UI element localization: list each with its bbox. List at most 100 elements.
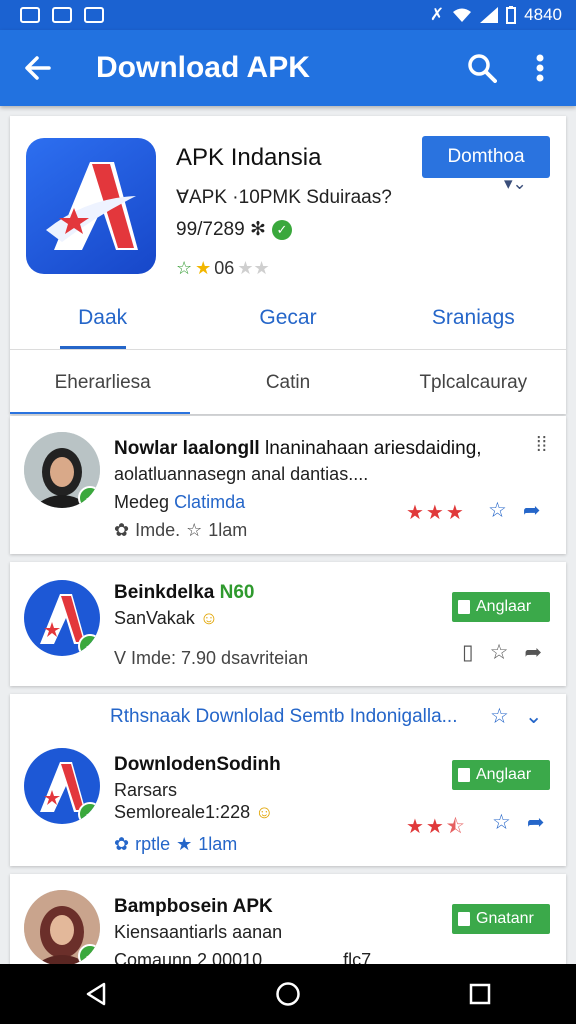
- tab-gecar[interactable]: Gecar: [195, 286, 380, 349]
- share-icon[interactable]: ➦: [524, 640, 542, 665]
- subtab-bar: Eherarliesa Catin Tplcalcauray: [10, 352, 566, 414]
- item-actions: ☆ ➦: [492, 810, 544, 835]
- notification-icon: [52, 7, 72, 23]
- notification-icon: [84, 7, 104, 23]
- avatar: ✓: [24, 748, 100, 824]
- star-outline-icon[interactable]: ☆: [492, 810, 511, 835]
- battery-icon: [506, 6, 517, 24]
- smiley-icon: ☺: [255, 802, 274, 822]
- avatar: ✓: [24, 890, 100, 966]
- list-item[interactable]: ✓ Bampbosein APK Kiensaantiarls aanan Co…: [10, 874, 566, 970]
- smiley-icon: ☺: [199, 608, 219, 628]
- author-name: Medeg: [114, 492, 170, 512]
- install-button-label: Anglaar: [476, 598, 532, 615]
- install-button-label: Anglaar: [476, 766, 532, 783]
- item-actions: ▯ ☆ ➦: [462, 640, 542, 665]
- avatar: ✓: [24, 432, 100, 508]
- item-description-text: SanVakak: [114, 608, 195, 628]
- subtab-eherarliesa[interactable]: Eherarliesa: [10, 352, 195, 414]
- item-detail-text: Semloreale1:228: [114, 802, 251, 822]
- meta-text: rptle: [135, 834, 171, 854]
- item-description: Kiensaantiarls aanan: [114, 922, 283, 942]
- item-title: Beinkdelka N60: [114, 582, 254, 604]
- install-button-label: Gnatanr: [476, 910, 534, 927]
- app-name: APK Indansia: [176, 144, 322, 171]
- settings-icon: ✿: [114, 834, 130, 854]
- item-detail: Semloreale1:228 ☺: [114, 802, 274, 823]
- meta-time: 1lam: [198, 834, 238, 854]
- app-bar: Download APK: [0, 30, 576, 106]
- subtab-tplcalcauray[interactable]: Tplcalcauray: [381, 352, 566, 414]
- app-rating: ☆ ★ 06 ★★: [176, 258, 270, 279]
- list-item[interactable]: ✓ Nowlar laalongll lnaninahaan ariesdaid…: [10, 416, 566, 554]
- list-item[interactable]: Rthsnaak Downlolad Semtb Indonigalla... …: [10, 694, 566, 866]
- search-button[interactable]: [460, 46, 504, 90]
- subtab-catin[interactable]: Catin: [195, 352, 380, 414]
- square-recents-icon: [469, 983, 491, 1005]
- star-icon: ★: [195, 258, 212, 278]
- rating-value: 06: [214, 258, 235, 278]
- tab-daak[interactable]: Daak: [10, 286, 195, 349]
- settings-icon: ✿: [114, 520, 130, 540]
- app-header-card: APK Indansia ⱯAPK ·10PMK Sduiraas? 99/72…: [10, 116, 566, 414]
- nav-back-button[interactable]: [66, 974, 126, 1014]
- item-description: SanVakak ☺: [114, 608, 218, 629]
- search-icon: [468, 54, 497, 83]
- star-outline-icon: ☆: [176, 258, 193, 278]
- share-icon[interactable]: ➦: [523, 498, 541, 523]
- install-button[interactable]: Anglaar: [452, 592, 550, 622]
- play-icon: [458, 600, 470, 614]
- triangle-back-icon: [86, 982, 106, 1006]
- nav-recents-button[interactable]: [450, 974, 510, 1014]
- item-meta: V Imde: 7.90 dsavriteian: [114, 648, 309, 668]
- rating-stars: ★★★: [406, 502, 466, 524]
- item-description: Rarsars: [114, 780, 178, 800]
- star-outline-icon[interactable]: ☆: [490, 704, 509, 729]
- star-outline-icon[interactable]: ☆: [490, 640, 509, 665]
- author-link[interactable]: Clatimda: [174, 492, 245, 512]
- meta-text: Imde.: [135, 520, 181, 540]
- rating-stars: ★★⯪: [406, 816, 467, 838]
- meta-time: 1lam: [208, 520, 248, 540]
- item-description: aolatluannasegn anal dantias....: [114, 464, 369, 484]
- item-title-rest: lnaninahaan ariesdaiding,: [264, 438, 482, 459]
- headline-actions: ☆ ⌄: [490, 704, 542, 729]
- tab-sraniags[interactable]: Sraniags: [381, 286, 566, 349]
- item-headline[interactable]: Rthsnaak Downlolad Semtb Indonigalla...: [110, 706, 457, 728]
- star-icon: ★★: [237, 258, 270, 278]
- verified-icon: ✓: [78, 944, 100, 966]
- app-logo-icon: [26, 138, 156, 274]
- download-button[interactable]: Domthoa: [422, 136, 550, 178]
- item-meta: ✿ Imde. ☆ 1lam: [114, 520, 247, 541]
- signal-icon: [480, 7, 499, 23]
- clock: 4840: [524, 5, 562, 24]
- item-meta: ✿ rptle ★ 1lam: [114, 834, 237, 855]
- install-button[interactable]: Anglaar: [452, 760, 550, 790]
- tab-bar: Daak Gecar Sraniags: [10, 286, 566, 350]
- file-icon[interactable]: ▯: [462, 640, 474, 665]
- system-nav-bar: [0, 964, 576, 1024]
- install-button[interactable]: Gnatanr: [452, 904, 550, 934]
- verified-icon: ✓: [78, 486, 100, 508]
- avatar: ✓: [24, 580, 100, 656]
- expand-icon[interactable]: ▾⌄: [504, 174, 527, 194]
- item-title: Bampbosein APK: [114, 896, 273, 917]
- share-icon[interactable]: ➦: [527, 810, 545, 835]
- list-item[interactable]: ✓ Beinkdelka N60 SanVakak ☺ V Imde: 7.90…: [10, 562, 566, 686]
- item-author: Medeg Clatimda: [114, 492, 245, 513]
- wifi-icon: [453, 8, 472, 22]
- item-actions: ☆ ➦: [488, 498, 540, 523]
- notification-icon: [20, 7, 40, 23]
- item-title: Nowlar laalongll lnaninahaan ariesdaidin…: [114, 438, 482, 460]
- status-bar: ✗ 4840: [0, 0, 576, 30]
- chevron-down-icon[interactable]: ⌄: [525, 704, 543, 729]
- item-title-tag: N60: [219, 582, 255, 603]
- verified-icon: ✓: [78, 802, 100, 824]
- back-button[interactable]: [0, 30, 76, 106]
- nav-home-button[interactable]: [258, 974, 318, 1014]
- star-icon: ★: [176, 834, 193, 854]
- drag-handle-icon[interactable]: ⁞⁞: [536, 434, 547, 457]
- more-options-button[interactable]: [518, 46, 562, 90]
- star-outline-icon[interactable]: ☆: [488, 498, 507, 523]
- item-title-text: Beinkdelka: [114, 582, 215, 603]
